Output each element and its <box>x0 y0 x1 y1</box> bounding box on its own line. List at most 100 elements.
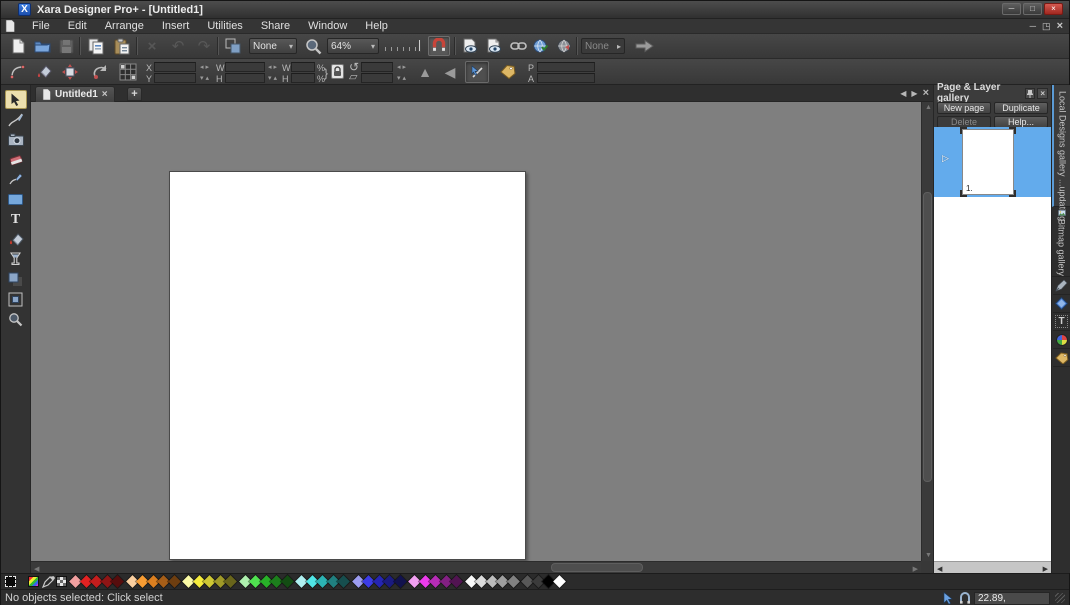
website-preview-button[interactable] <box>553 36 575 56</box>
preview-window-button[interactable] <box>483 36 505 56</box>
gallery-header[interactable]: Page & Layer gallery × <box>934 85 1051 101</box>
color-editor-icon[interactable] <box>28 576 39 587</box>
bounds-handles-button[interactable] <box>59 62 81 82</box>
minimize-button[interactable]: ─ <box>1002 3 1021 15</box>
flip-vertical-button[interactable]: ▲ <box>414 62 436 82</box>
eyedropper-icon[interactable] <box>42 575 55 588</box>
color-swatch[interactable] <box>394 575 407 588</box>
zoom-tool-icon[interactable] <box>302 36 324 56</box>
y-spin-buttons[interactable]: ▾▴ <box>200 74 211 82</box>
p-field[interactable] <box>537 62 595 72</box>
tab-local-designs-gallery[interactable]: Local Designs gallery ...updating <box>1052 85 1070 207</box>
canvas-horizontal-scrollbar[interactable]: ◀ ▶ <box>31 561 921 573</box>
transparency-swatch[interactable] <box>56 576 67 587</box>
color-swatch[interactable] <box>111 575 124 588</box>
new-tab-button[interactable]: + <box>127 87 142 101</box>
zoom-slider-handle[interactable] <box>418 39 421 52</box>
menu-item-share[interactable]: Share <box>252 20 299 32</box>
hyperlink-button[interactable] <box>507 36 529 56</box>
height-field[interactable] <box>225 73 265 83</box>
title-bar[interactable]: X Xara Designer Pro+ - [Untitled1] ─ □ × <box>1 1 1069 19</box>
scroll-left-icon[interactable]: ◀ <box>937 565 942 573</box>
tab-scroll-right-button[interactable]: ▶ <box>911 89 917 98</box>
menu-item-arrange[interactable]: Arrange <box>96 20 153 32</box>
fill-interactive-button[interactable] <box>33 62 55 82</box>
doc-close-button[interactable]: × <box>1057 20 1063 33</box>
text-tool[interactable]: T <box>5 210 27 229</box>
save-button[interactable] <box>55 36 77 56</box>
zoom-slider[interactable] <box>385 41 421 51</box>
scroll-right-icon[interactable]: ▶ <box>913 565 918 573</box>
snap-to-objects-button[interactable] <box>428 36 450 56</box>
menu-item-help[interactable]: Help <box>356 20 397 32</box>
tab-bar-close-button[interactable]: × <box>923 87 929 99</box>
copy-button[interactable] <box>85 36 107 56</box>
gallery-close-button[interactable]: × <box>1037 88 1048 99</box>
width-field[interactable] <box>225 62 265 72</box>
gallery-horizontal-scrollbar[interactable]: ◀ ▶ <box>934 561 1051 573</box>
duplicate-view-button[interactable] <box>222 36 244 56</box>
scroll-left-icon[interactable]: ◀ <box>34 565 39 573</box>
transparency-tool[interactable] <box>5 250 27 269</box>
color-swatch[interactable] <box>450 575 463 588</box>
pin-icon[interactable] <box>1025 88 1036 99</box>
color-swatch[interactable] <box>337 575 350 588</box>
resize-grip[interactable] <box>1055 593 1065 603</box>
tab-bitmap-gallery[interactable]: Bitmap gallery <box>1052 207 1070 277</box>
canvas-vertical-scrollbar[interactable]: ▲ ▼ <box>921 102 933 561</box>
preview-page-button[interactable] <box>459 36 481 56</box>
color-swatch[interactable] <box>281 575 294 588</box>
width-scale-field[interactable] <box>291 62 315 72</box>
tab-scroll-left-button[interactable]: ◀ <box>900 89 906 98</box>
scroll-down-icon[interactable]: ▼ <box>925 552 932 559</box>
name-gallery-icon[interactable] <box>1053 349 1070 367</box>
skew-spin-buttons[interactable]: ▾▴ <box>397 74 408 82</box>
fonts-gallery-icon[interactable]: T <box>1053 313 1070 331</box>
erase-tool[interactable] <box>5 150 27 169</box>
live-drag-icon[interactable] <box>943 592 956 605</box>
line-gallery-icon[interactable] <box>1053 277 1070 295</box>
color-swatch[interactable] <box>507 575 520 588</box>
color-swatch[interactable] <box>168 575 181 588</box>
document-page[interactable] <box>169 171 526 560</box>
tab-close-icon[interactable]: × <box>102 89 108 100</box>
rotation-mode-button[interactable] <box>89 62 111 82</box>
anchor-position-grid[interactable] <box>119 63 137 81</box>
new-document-button[interactable] <box>7 36 29 56</box>
canvas[interactable] <box>31 102 921 561</box>
freehand-draw-tool[interactable] <box>5 110 27 129</box>
color-swatch[interactable] <box>553 575 566 588</box>
h-spin-buttons[interactable]: ▾▴ <box>268 74 279 82</box>
page-entry-selected[interactable]: ▷ 1. <box>934 127 1051 197</box>
menu-item-file[interactable]: File <box>23 20 59 32</box>
zoom-level-select[interactable]: 64%▾ <box>327 38 379 54</box>
y-position-field[interactable] <box>154 73 196 83</box>
name-tag-button[interactable] <box>496 62 518 82</box>
rotate-angle-field[interactable] <box>361 62 393 72</box>
delete-button[interactable]: × <box>141 36 163 56</box>
shadow-tool[interactable] <box>5 270 27 289</box>
contour-tool[interactable] <box>5 290 27 309</box>
color-swatch[interactable] <box>224 575 237 588</box>
new-page-button[interactable]: New page <box>937 102 991 114</box>
zoom-tool[interactable] <box>5 310 27 329</box>
menu-item-insert[interactable]: Insert <box>153 20 199 32</box>
photo-tool[interactable] <box>5 130 27 149</box>
duplicate-button[interactable]: Duplicate <box>994 102 1048 114</box>
menu-item-window[interactable]: Window <box>299 20 356 32</box>
fill-gallery-icon[interactable] <box>1053 295 1070 313</box>
page-thumbnail[interactable]: 1. <box>962 129 1014 195</box>
doc-restore-button[interactable]: ◳ <box>1042 20 1051 33</box>
w-spin-buttons[interactable]: ◂▸ <box>268 63 279 71</box>
export-button[interactable] <box>633 36 655 56</box>
no-color-swatch[interactable] <box>5 576 16 587</box>
open-button[interactable] <box>31 36 53 56</box>
flip-horizontal-button[interactable]: ◀ <box>439 62 461 82</box>
menu-item-edit[interactable]: Edit <box>59 20 96 32</box>
shape-edit-tool[interactable] <box>5 170 27 189</box>
paste-button[interactable] <box>111 36 133 56</box>
selector-tool[interactable] <box>5 90 27 109</box>
x-position-field[interactable] <box>154 62 196 72</box>
fill-tool[interactable] <box>5 230 27 249</box>
smart-transform-button[interactable] <box>465 61 489 83</box>
